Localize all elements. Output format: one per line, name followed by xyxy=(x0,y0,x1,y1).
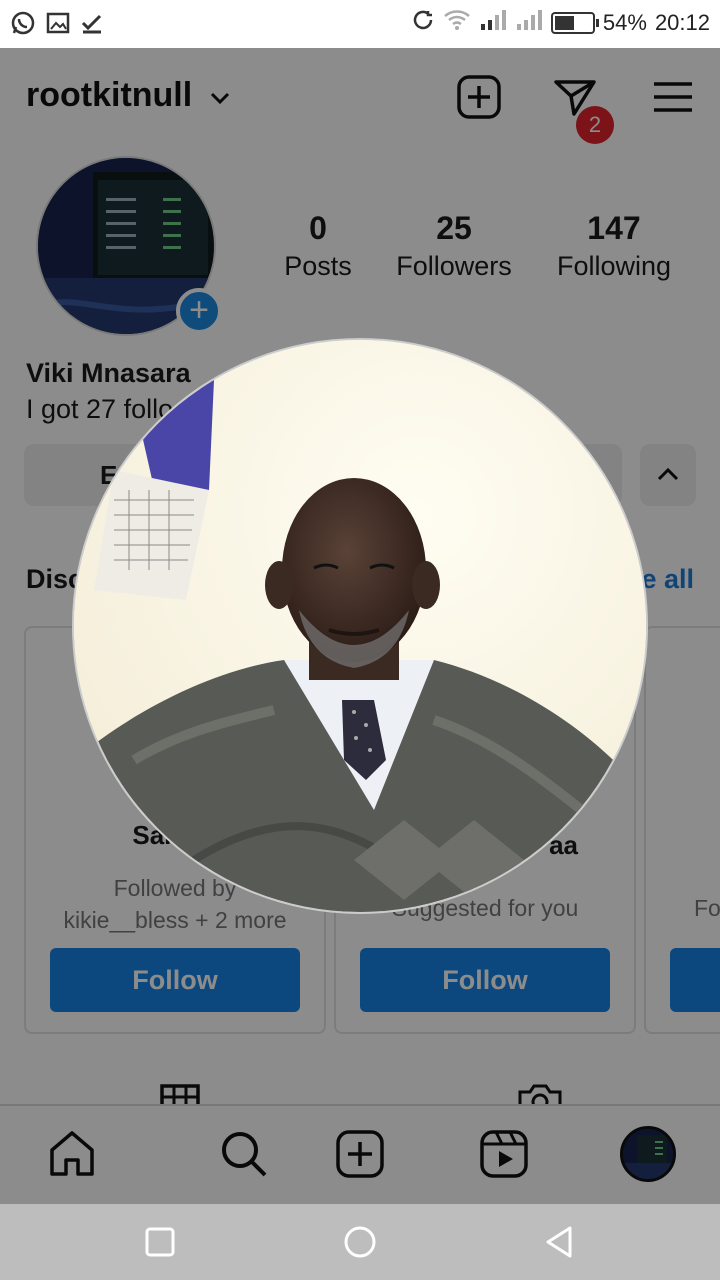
battery-percent: 54% xyxy=(602,10,647,35)
status-bar: 54% 20:12 xyxy=(0,0,720,48)
recent-apps-icon[interactable] xyxy=(142,1224,178,1260)
clock: 20:12 xyxy=(654,10,710,35)
home-button-icon[interactable] xyxy=(342,1224,378,1260)
back-button-icon[interactable] xyxy=(542,1224,578,1260)
picture-notification-icon xyxy=(46,11,70,40)
sync-icon xyxy=(411,8,435,38)
whatsapp-icon xyxy=(10,10,36,41)
wifi-icon xyxy=(443,8,471,38)
profile-photo-preview xyxy=(72,338,648,914)
checkmark-icon xyxy=(80,11,104,40)
battery-icon xyxy=(550,12,599,34)
signal-icon xyxy=(479,9,507,37)
system-navigation-bar xyxy=(0,1204,720,1280)
signal-icon-2 xyxy=(515,9,543,37)
